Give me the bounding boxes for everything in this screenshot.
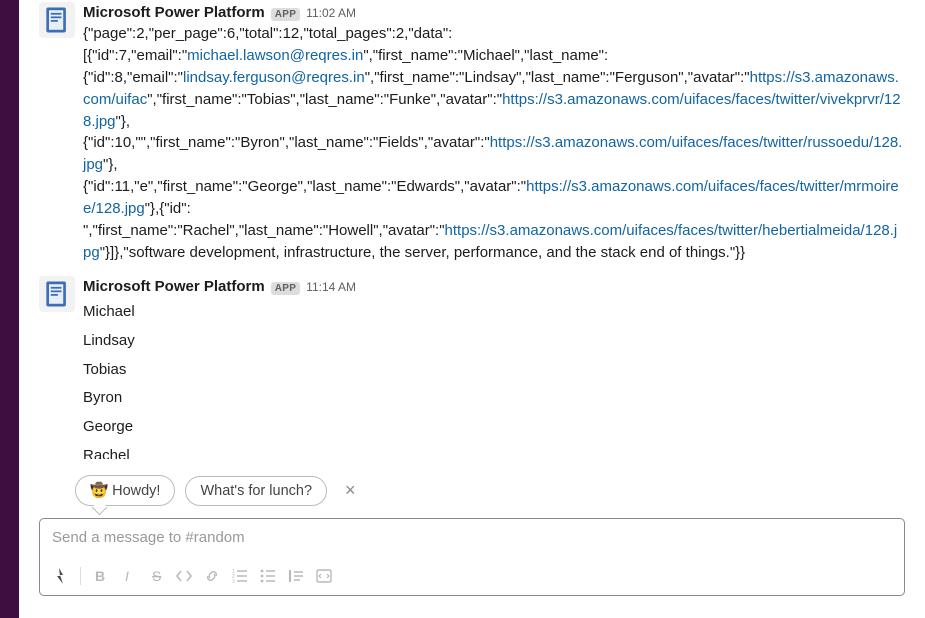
list-item: Lindsay: [83, 326, 905, 355]
message-text: {"page":2,"per_page":6,"total":12,"total…: [83, 23, 905, 264]
shortcuts-button[interactable]: [48, 563, 74, 589]
json-text: ","first_name":"Tobias","last_name":"Fun…: [147, 91, 502, 108]
bullet-list-button[interactable]: [255, 563, 281, 589]
json-text: "}]},"software development, infrastructu…: [100, 244, 746, 261]
suggestion-label: Howdy!: [112, 483, 160, 499]
message: Microsoft Power Platform APP 11:14 AM Mi…: [19, 270, 925, 459]
svg-text:I: I: [125, 568, 129, 584]
email-link[interactable]: michael.lawson@reqres.in: [187, 47, 363, 64]
json-text: "},{"id":10,"","first_name":"Byron","las…: [83, 113, 490, 152]
message: Microsoft Power Platform APP 11:02 AM {"…: [19, 0, 925, 270]
app-avatar[interactable]: [39, 2, 75, 38]
message-list: Microsoft Power Platform APP 11:02 AM {"…: [19, 0, 925, 459]
json-text: "},{"id":11,"e","first_name":"George","l…: [83, 156, 526, 195]
message-text: Michael Lindsay Tobias Byron George Rach…: [83, 297, 905, 459]
list-item: Byron: [83, 383, 905, 412]
channel-view: Microsoft Power Platform APP 11:02 AM {"…: [19, 0, 925, 618]
json-text: ","first_name":"Lindsay","last_name":"Fe…: [365, 69, 750, 86]
separator: [80, 567, 81, 585]
reply-suggestions: 🤠 Howdy! What's for lunch? ×: [19, 459, 925, 518]
message-input[interactable]: Send a message to #random: [40, 519, 904, 559]
code-button[interactable]: [171, 563, 197, 589]
suggestion-pill[interactable]: What's for lunch?: [185, 476, 327, 506]
composer-area: Send a message to #random B I S 123: [19, 518, 925, 618]
workspace-rail[interactable]: [0, 0, 19, 618]
sender-name[interactable]: Microsoft Power Platform: [83, 278, 265, 295]
email-link[interactable]: lindsay.ferguson@reqres.in: [183, 69, 365, 86]
svg-text:3: 3: [232, 579, 235, 584]
bold-button[interactable]: B: [87, 563, 113, 589]
link-button[interactable]: [199, 563, 225, 589]
timestamp[interactable]: 11:14 AM: [306, 280, 356, 294]
app-avatar[interactable]: [39, 276, 75, 312]
list-item: Tobias: [83, 355, 905, 384]
suggestion-pill[interactable]: 🤠 Howdy!: [75, 475, 175, 506]
svg-text:S: S: [152, 568, 161, 584]
app-badge: APP: [271, 8, 300, 21]
timestamp[interactable]: 11:02 AM: [306, 6, 356, 20]
svg-text:B: B: [95, 568, 105, 584]
strikethrough-button[interactable]: S: [143, 563, 169, 589]
app-badge: APP: [271, 282, 300, 295]
code-block-button[interactable]: [311, 563, 337, 589]
suggestion-label: What's for lunch?: [200, 483, 312, 499]
dismiss-suggestions-button[interactable]: ×: [337, 476, 364, 505]
ordered-list-button[interactable]: 123: [227, 563, 253, 589]
composer-toolbar: B I S 123: [40, 559, 904, 595]
message-composer: Send a message to #random B I S 123: [39, 518, 905, 596]
sender-name[interactable]: Microsoft Power Platform: [83, 4, 265, 21]
list-item: Michael: [83, 297, 905, 326]
list-item: George: [83, 412, 905, 441]
list-item: Rachel: [83, 441, 905, 459]
emoji-icon: 🤠: [90, 483, 108, 499]
blockquote-button[interactable]: [283, 563, 309, 589]
italic-button[interactable]: I: [115, 563, 141, 589]
